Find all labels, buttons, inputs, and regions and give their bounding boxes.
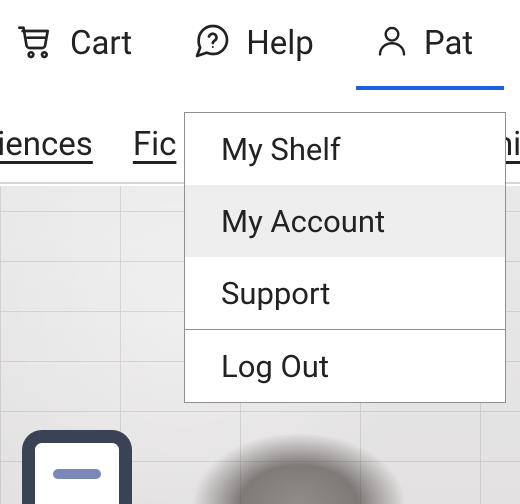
menu-item-log-out[interactable]: Log Out <box>185 330 505 402</box>
menu-item-support[interactable]: Support <box>185 257 505 329</box>
person-silhouette <box>194 434 404 504</box>
help-icon <box>192 21 232 65</box>
menu-item-my-account[interactable]: My Account <box>185 185 505 257</box>
menu-item-my-shelf[interactable]: My Shelf <box>185 113 505 185</box>
topbar: Cart Help Pat <box>0 0 520 86</box>
category-link[interactable]: ciences <box>0 125 93 164</box>
user-icon <box>374 21 410 65</box>
cart-icon <box>16 21 56 65</box>
active-tab-indicator <box>356 86 504 90</box>
category-link[interactable]: Fic <box>133 125 177 164</box>
user-dropdown-menu: My Shelf My Account Support Log Out <box>184 112 506 403</box>
cart-label: Cart <box>70 24 132 63</box>
user-name: Pat <box>424 24 473 63</box>
device-line <box>53 469 101 479</box>
device-illustration <box>22 430 132 504</box>
help-button[interactable]: Help <box>180 0 326 86</box>
help-label: Help <box>246 24 314 63</box>
user-menu-button[interactable]: Pat <box>362 0 485 86</box>
cart-button[interactable]: Cart <box>4 0 144 86</box>
